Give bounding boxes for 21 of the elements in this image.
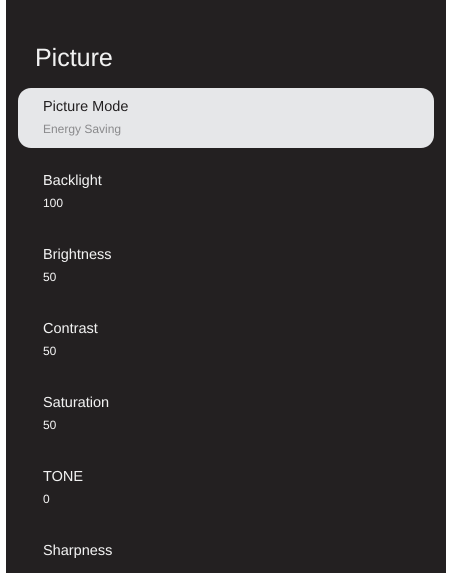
panel-title: Picture <box>35 43 113 74</box>
settings-item[interactable]: Backlight 100 <box>18 162 434 222</box>
settings-item[interactable]: Sharpness <box>18 532 434 573</box>
item-value: 100 <box>43 195 64 211</box>
item-label: Contrast <box>43 320 98 339</box>
settings-item[interactable]: Contrast 50 <box>18 310 434 370</box>
settings-item[interactable]: Picture Mode Energy Saving <box>18 88 434 148</box>
item-value: 50 <box>43 417 56 433</box>
item-label: Backlight <box>43 172 102 191</box>
item-value: 50 <box>43 343 56 359</box>
item-label: TONE <box>43 468 84 487</box>
settings-item[interactable]: Saturation 50 <box>18 384 434 444</box>
item-value: 50 <box>43 269 56 285</box>
item-label: Picture Mode <box>43 98 128 117</box>
item-value: 0 <box>43 491 50 507</box>
item-label: Brightness <box>43 246 112 265</box>
settings-item[interactable]: Brightness 50 <box>18 236 434 296</box>
settings-item[interactable]: TONE 0 <box>18 458 434 518</box>
item-label: Saturation <box>43 394 110 413</box>
item-value: Energy Saving <box>43 121 122 137</box>
item-label: Sharpness <box>43 542 112 561</box>
